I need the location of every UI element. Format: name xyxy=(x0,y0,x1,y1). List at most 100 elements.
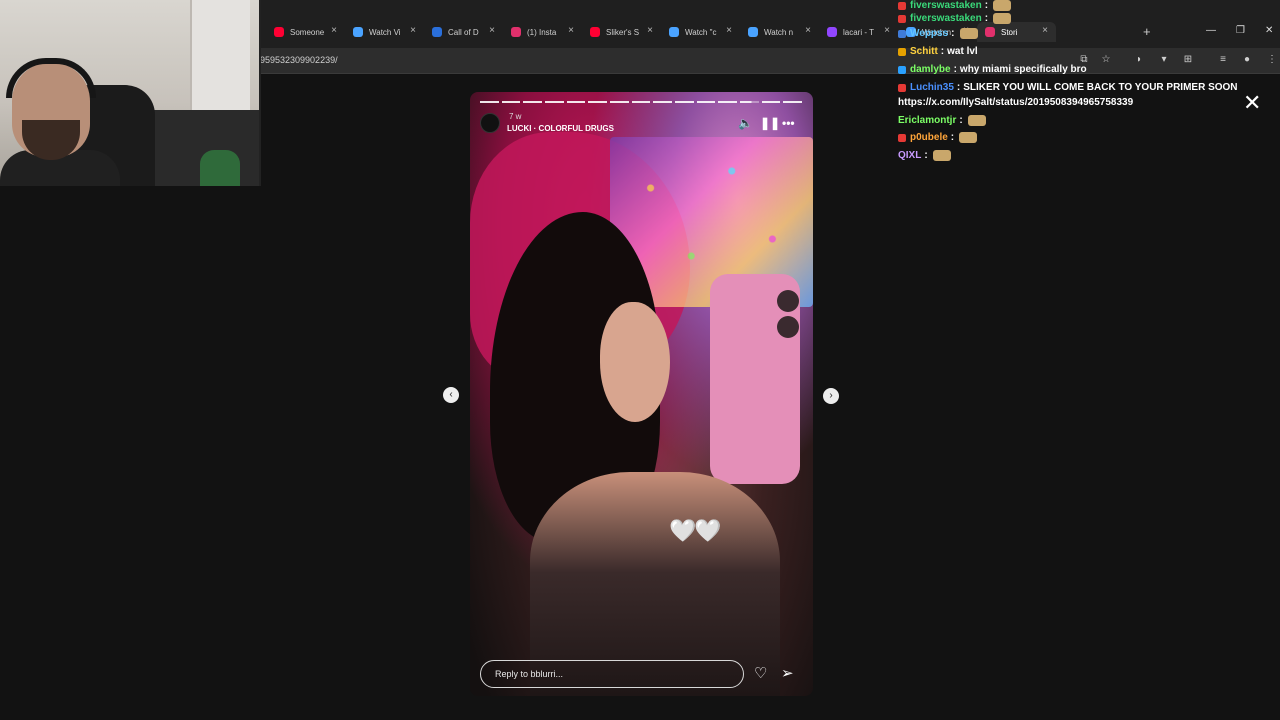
chat-username[interactable]: Luchin35 xyxy=(910,82,954,93)
tab-label: lacari - T xyxy=(843,27,874,37)
minimize-icon[interactable]: — xyxy=(1206,25,1216,36)
progress-segment xyxy=(588,101,608,103)
restore-icon[interactable]: ❐ xyxy=(1236,25,1245,36)
speaker-icon[interactable]: 🔈 xyxy=(738,116,753,130)
story-time: 7 w xyxy=(509,112,522,121)
heart-sticker: 🤍🤍 xyxy=(669,518,722,543)
browser-tab[interactable]: Watch "c × xyxy=(661,22,740,42)
close-icon[interactable]: ✕ xyxy=(1243,92,1261,114)
chat-separator: : xyxy=(950,132,955,143)
tab-close-icon[interactable]: × xyxy=(489,25,495,36)
tab-label: Watch Vi xyxy=(369,27,401,37)
browser-tab[interactable]: Watch n × xyxy=(740,22,819,42)
chat-message: Schitt: wat lvl xyxy=(898,46,978,57)
tab-close-icon[interactable]: × xyxy=(805,25,811,36)
tab-label: Stori xyxy=(1001,27,1018,37)
chat-username[interactable]: Ericlamontjr xyxy=(898,115,956,126)
puzzle-icon[interactable]: ⊞ xyxy=(1182,54,1194,66)
profile-icon[interactable]: ● xyxy=(1241,54,1253,66)
media-icon[interactable]: ≡ xyxy=(1217,54,1229,66)
progress-segment xyxy=(501,101,521,103)
chat-separator: : xyxy=(984,0,989,11)
chat-message: Ericlamontjr: xyxy=(898,115,986,126)
browser-tab[interactable]: Watch Vi × xyxy=(345,22,424,42)
chat-emote-icon xyxy=(993,0,1012,11)
chat-username[interactable]: fiverswastaken xyxy=(910,0,982,11)
tab-label: Watch n xyxy=(764,27,794,37)
webcam-overlay xyxy=(0,0,261,186)
tab-label: Sliker's S xyxy=(606,27,640,37)
avatar[interactable] xyxy=(480,113,500,133)
chat-badge-icon xyxy=(898,133,906,142)
chat-username[interactable]: p0ubele xyxy=(910,132,948,143)
tab-close-icon[interactable]: × xyxy=(726,25,732,36)
browser-tab[interactable]: Stori × xyxy=(977,22,1056,42)
tab-close-icon[interactable]: × xyxy=(884,25,890,36)
chat-username[interactable]: damlybe xyxy=(910,64,951,75)
tab-label: Watch "c xyxy=(685,27,717,37)
reply-placeholder: Reply to bblurri... xyxy=(495,669,564,679)
progress-segment xyxy=(480,101,499,103)
bookmark-star-icon[interactable]: ☆ xyxy=(1100,54,1112,66)
story-progress-bar xyxy=(480,101,803,104)
webcam-plant xyxy=(200,150,240,186)
chat-username[interactable]: Schitt xyxy=(910,46,938,57)
pause-icon[interactable]: ❚❚ xyxy=(760,116,780,130)
chat-separator: : xyxy=(953,64,957,75)
browser-tab[interactable]: Someone × xyxy=(266,22,345,42)
chat-text: why miami specifically bro xyxy=(959,64,1087,75)
tab-close-icon[interactable]: × xyxy=(568,25,574,36)
chat-badge-icon xyxy=(898,14,906,23)
chat-badge-icon xyxy=(898,47,906,56)
next-story-icon[interactable]: › xyxy=(823,388,839,404)
browser-tab[interactable]: (1) Insta × xyxy=(503,22,582,42)
chat-emote-icon xyxy=(993,13,1012,24)
chat-username[interactable]: QIXL xyxy=(898,150,921,161)
chat-emote-icon xyxy=(959,132,978,143)
reply-input[interactable]: Reply to bblurri... xyxy=(480,660,744,688)
chat-username[interactable]: Weppss xyxy=(910,28,948,39)
chat-badge-icon xyxy=(898,65,906,74)
chat-separator: : xyxy=(956,82,961,93)
progress-segment xyxy=(566,101,586,103)
chat-message: damlybe: why miami specifically bro xyxy=(898,64,1087,75)
heart-icon[interactable]: ♡ xyxy=(754,664,767,682)
chat-separator: : xyxy=(924,150,928,161)
more-icon[interactable]: ••• xyxy=(782,116,795,130)
new-tab-icon[interactable]: + xyxy=(1143,24,1151,39)
prev-story-icon[interactable]: ‹ xyxy=(443,387,459,403)
story-music-label[interactable]: LUCKI · COLORFUL DRUGS xyxy=(507,124,614,133)
tab-favicon-icon xyxy=(432,27,442,37)
tab-close-icon[interactable]: × xyxy=(410,25,416,36)
tab-close-icon[interactable]: × xyxy=(331,25,337,36)
chat-emote-icon xyxy=(932,150,951,161)
browser-tab[interactable]: Sliker's S × xyxy=(582,22,661,42)
tab-label: Someone xyxy=(290,27,325,37)
window-close-icon[interactable]: ✕ xyxy=(1265,25,1273,36)
browser-tab[interactable]: Call of D × xyxy=(424,22,503,42)
chat-badge-icon xyxy=(898,1,906,10)
chat-message: fiverswastaken: xyxy=(898,13,1012,24)
chat-separator: : xyxy=(984,13,989,24)
tab-favicon-icon xyxy=(511,27,521,37)
tab-label: (1) Insta xyxy=(527,27,557,37)
story-media[interactable]: 🤍🤍 xyxy=(470,92,813,696)
chat-message: https://x.com/IlySalt/status/20195083949… xyxy=(898,97,1133,108)
url-text[interactable]: 959532309902239/ xyxy=(260,55,338,65)
send-icon[interactable]: ➢ xyxy=(781,664,794,682)
chat-text: SLIKER YOU WILL COME BACK TO YOUR PRIMER… xyxy=(963,82,1238,93)
tab-favicon-icon xyxy=(827,27,837,37)
tab-favicon-icon xyxy=(353,27,363,37)
chat-text: https://x.com/IlySalt/status/20195083949… xyxy=(898,97,1134,108)
extension-icon[interactable]: ▾ xyxy=(1158,54,1170,66)
chat-username[interactable]: fiverswastaken xyxy=(910,13,982,24)
chat-badge-icon xyxy=(898,29,906,38)
tab-close-icon[interactable]: × xyxy=(1042,25,1048,36)
progress-segment xyxy=(761,101,781,103)
extension-icon[interactable]: ◗ xyxy=(1133,54,1145,66)
menu-dots-icon[interactable]: ⋮ xyxy=(1266,54,1278,66)
tab-label: Call of D xyxy=(448,27,479,37)
browser-tab[interactable]: lacari - T × xyxy=(819,22,898,42)
tab-close-icon[interactable]: × xyxy=(647,25,653,36)
progress-segment xyxy=(740,101,759,103)
